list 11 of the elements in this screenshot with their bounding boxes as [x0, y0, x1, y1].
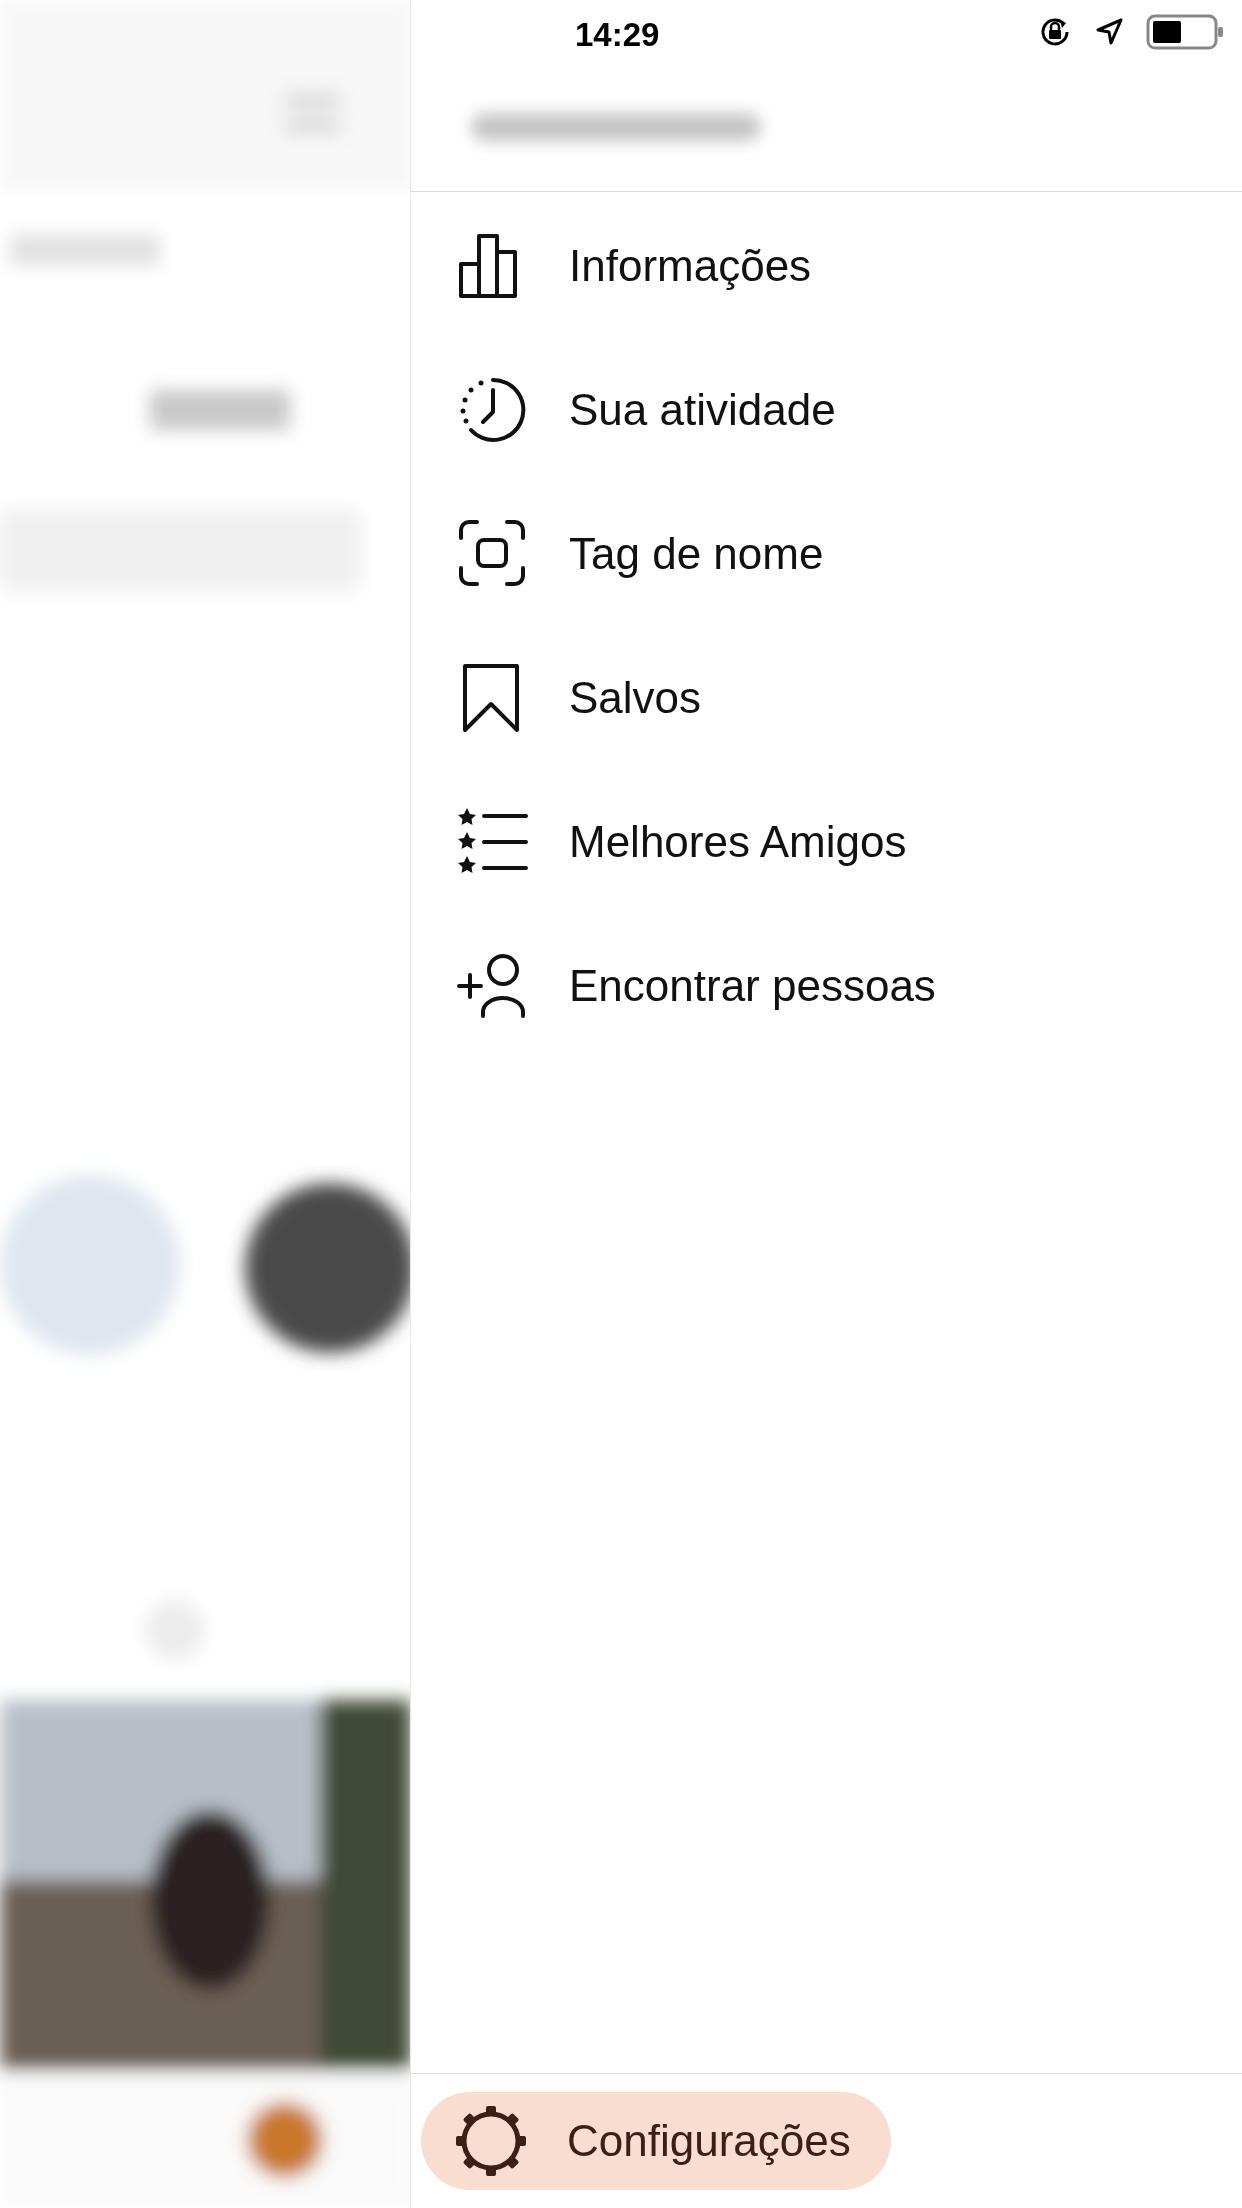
settings-button[interactable]: Configurações [421, 2092, 891, 2190]
menu-item[interactable]: Tag de nome [411, 482, 1242, 626]
menu-item[interactable]: Melhores Amigos [411, 770, 1242, 914]
menu-item[interactable]: Encontrar pessoas [411, 914, 1242, 1058]
settings-icon [455, 2105, 527, 2177]
menu-item[interactable]: Salvos [411, 626, 1242, 770]
menu-item[interactable]: Informações [411, 194, 1242, 338]
battery-icon [1146, 14, 1224, 50]
status-time: 14:29 [575, 15, 660, 55]
menu-item[interactable]: Sua atividade [411, 338, 1242, 482]
location-arrow-icon [1094, 17, 1124, 47]
